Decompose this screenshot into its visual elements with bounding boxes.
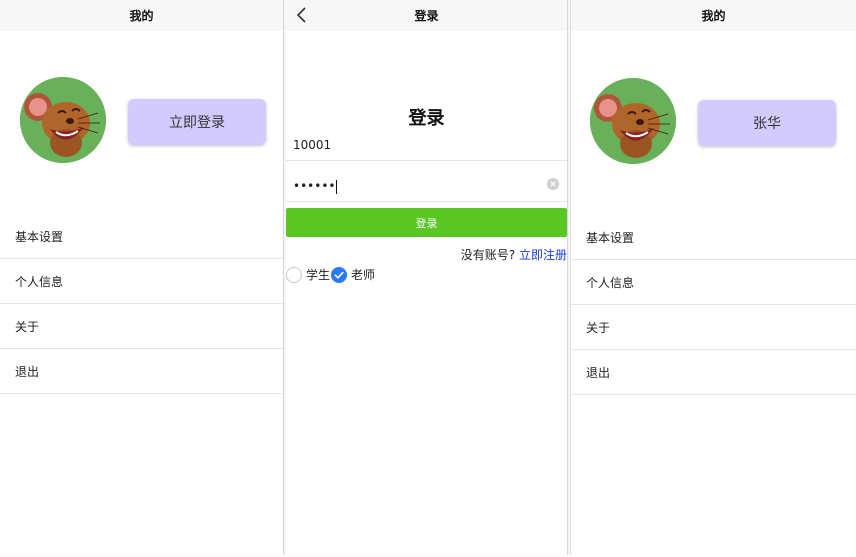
password-input[interactable]: •••••• [293, 179, 533, 194]
user-name-card[interactable]: 张华 [698, 100, 836, 146]
register-row: 没有账号? 立即注册 [461, 246, 567, 263]
profile-screen-logged-in: 我的 张华 基本设置 个人信息 关于 退出 [570, 0, 856, 555]
register-prompt: 没有账号? [460, 248, 516, 262]
role-radio-group: 学生 老师 [286, 266, 376, 283]
cartoon-mouse-avatar-icon [590, 78, 676, 164]
login-screen: 登录 登录 10001 •••••• 登录 没有账号? 立即注册 学生 老师 [286, 0, 568, 555]
register-link[interactable]: 立即注册 [519, 248, 567, 262]
navbar: 我的 [571, 0, 856, 31]
check-icon [334, 271, 344, 279]
radio-label-student[interactable]: 学生 [306, 266, 330, 283]
menu-item-about[interactable]: 关于 [571, 305, 856, 350]
page-title: 我的 [129, 9, 154, 23]
text-caret [336, 179, 338, 194]
navbar: 我的 [0, 0, 283, 31]
page-title: 我的 [701, 9, 726, 23]
menu-item-logout[interactable]: 退出 [0, 349, 283, 394]
menu-item-personal-info[interactable]: 个人信息 [571, 260, 856, 305]
menu-item-personal-info[interactable]: 个人信息 [0, 259, 283, 304]
navbar: 登录 [286, 0, 567, 31]
cartoon-mouse-avatar-icon [20, 77, 106, 163]
username-field[interactable]: 10001 [286, 130, 567, 161]
menu-item-about[interactable]: 关于 [0, 304, 283, 349]
password-field[interactable]: •••••• [286, 171, 567, 202]
user-avatar[interactable] [20, 77, 106, 163]
form-heading: 登录 [408, 108, 445, 129]
login-submit-button[interactable]: 登录 [286, 208, 567, 237]
user-avatar[interactable] [590, 78, 676, 164]
settings-menu: 基本设置 个人信息 关于 退出 [0, 214, 283, 394]
chevron-left-icon[interactable] [295, 7, 309, 23]
clear-icon[interactable] [547, 178, 559, 190]
menu-item-basic-settings[interactable]: 基本设置 [0, 214, 283, 259]
screenshot-stage: 我的 立即登录 基本设置 个人信息 关于 退出 登录 登录 10001 ••••… [0, 0, 856, 557]
menu-item-logout[interactable]: 退出 [571, 350, 856, 395]
password-mask: •••••• [293, 179, 336, 193]
radio-student[interactable] [286, 266, 302, 283]
menu-item-basic-settings[interactable]: 基本设置 [571, 215, 856, 260]
radio-teacher[interactable] [331, 266, 348, 283]
radio-label-teacher[interactable]: 老师 [351, 266, 375, 283]
page-title: 登录 [414, 9, 439, 23]
login-now-button[interactable]: 立即登录 [128, 99, 266, 145]
profile-screen-logged-out: 我的 立即登录 基本设置 个人信息 关于 退出 [0, 0, 284, 555]
username-input[interactable]: 10001 [293, 138, 533, 152]
settings-menu: 基本设置 个人信息 关于 退出 [571, 215, 856, 395]
